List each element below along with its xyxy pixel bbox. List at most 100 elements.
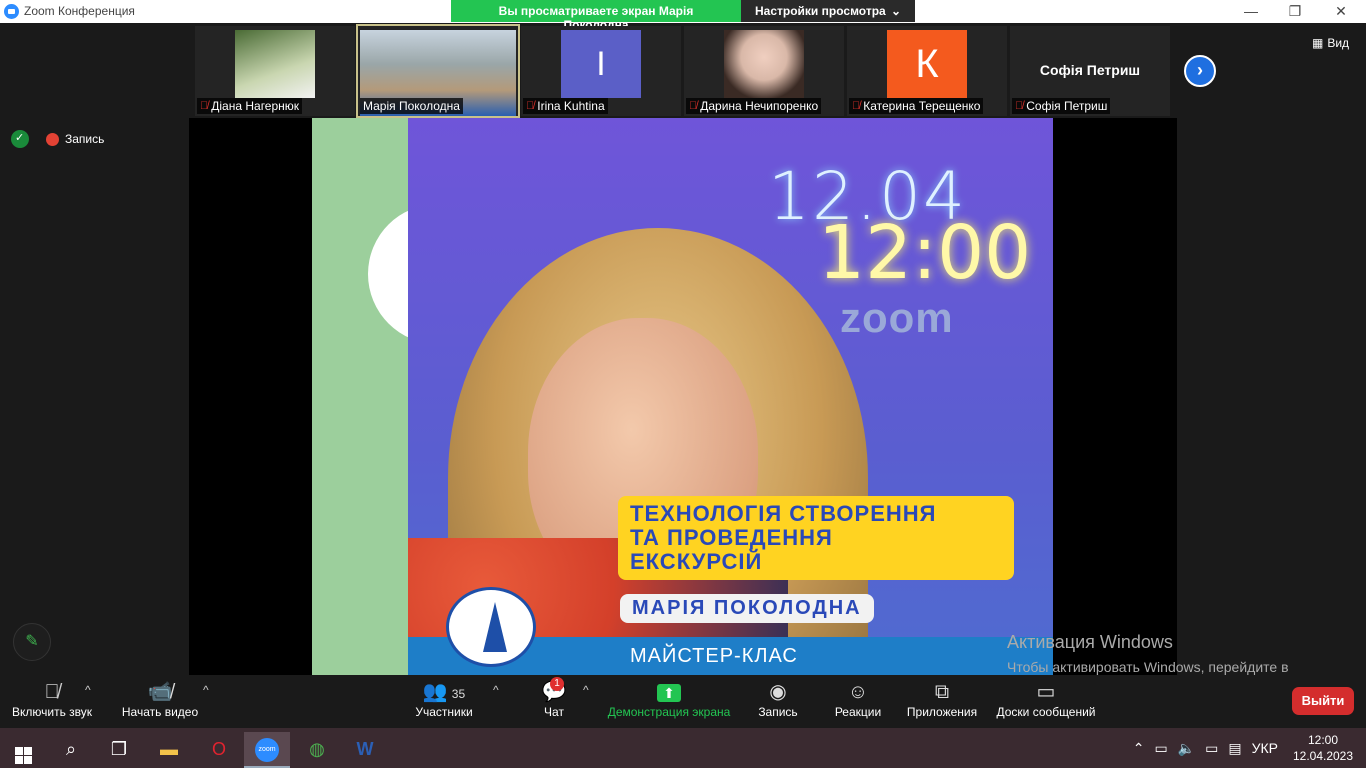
minimize-button[interactable]: — [1228, 2, 1274, 22]
participants-caret-icon[interactable]: ^ [493, 683, 499, 697]
annotate-pencil-icon[interactable]: ✎ [13, 623, 51, 661]
unmute-label: Включить звук [11, 705, 93, 719]
window-title: Zoom Конференция [24, 4, 135, 18]
opera-browser-icon[interactable]: O [196, 732, 242, 768]
zoom-taskbar-icon[interactable]: zoom [244, 732, 290, 768]
mic-off-icon: 🎙̸ [852, 100, 861, 112]
record-icon: ◉ [769, 681, 787, 703]
participant-display-name: Софія Петриш [1039, 62, 1141, 78]
share-screen-label: Демонстрация экрана [607, 705, 731, 719]
participant-name: Марія Поколодна [363, 99, 460, 113]
clock-time: 12:00 [1307, 733, 1339, 747]
chat-caret-icon[interactable]: ^ [583, 683, 589, 697]
restore-button[interactable]: ❐ [1272, 2, 1318, 22]
close-button[interactable]: ✕ [1318, 2, 1364, 22]
security-shield-icon[interactable] [11, 130, 29, 148]
mic-muted-icon: 🎙̸ [44, 681, 60, 703]
participant-tile[interactable]: 🎙̸ Діана Нагернюк [195, 26, 355, 116]
view-settings-button[interactable]: Настройки просмотра ⌄ [741, 0, 915, 22]
participant-tile-active-speaker[interactable]: Марія Поколодна [356, 24, 520, 118]
participants-label: Участники [415, 705, 473, 719]
participant-name: Катерина Терещенко [863, 99, 981, 113]
participants-count: 35 [451, 687, 466, 701]
event-poster: 12.04 12:00 zoom ТЕХНОЛОГІЯ СТВОРЕННЯ ТА… [408, 118, 1053, 675]
participant-name: Діана Нагернюк [211, 99, 300, 113]
shared-screen: 12.04 12:00 zoom ТЕХНОЛОГІЯ СТВОРЕННЯ ТА… [189, 118, 1177, 675]
participant-video [724, 30, 804, 98]
apps-button[interactable]: ⧉ Приложения [904, 679, 980, 719]
clock[interactable]: 12:00 12.04.2023 [1288, 732, 1358, 764]
language-indicator[interactable]: УКР [1252, 740, 1278, 756]
participant-tile[interactable]: I 🎙̸ Irina Kuhtina [521, 26, 681, 116]
mic-off-icon: 🎙̸ [526, 100, 535, 112]
windows-logo-icon [14, 747, 32, 764]
start-button[interactable] [0, 732, 46, 768]
participant-tile[interactable]: К 🎙̸ Катерина Терещенко [847, 26, 1007, 116]
network-icon[interactable]: ▭ [1154, 740, 1167, 757]
word-app-icon[interactable]: W [342, 732, 388, 768]
file-explorer-icon[interactable]: ▬ [146, 732, 192, 768]
view-button[interactable]: ▦ Вид [1312, 36, 1349, 50]
audio-options-caret-icon[interactable]: ^ [85, 683, 91, 697]
whiteboard-icon: ▭ [1036, 681, 1056, 703]
video-options-caret-icon[interactable]: ^ [203, 683, 209, 697]
mic-off-icon: 🎙̸ [200, 100, 209, 112]
notifications-icon[interactable]: ▤ [1228, 740, 1241, 757]
show-hidden-icons-chevron-icon[interactable]: ⌃ [1133, 740, 1145, 757]
volume-icon[interactable]: 🔈 [1178, 740, 1195, 757]
view-label: Вид [1327, 36, 1350, 50]
search-icon[interactable]: ⌕ [48, 732, 94, 768]
participant-name: Софія Петриш [1026, 99, 1108, 113]
whiteboards-label: Доски сообщений [996, 705, 1096, 719]
task-view-icon[interactable]: ❐ [96, 732, 142, 768]
chevron-down-icon: ⌄ [890, 4, 901, 18]
chat-button[interactable]: 💬 1 Чат [536, 677, 572, 719]
participant-avatar: I [561, 30, 641, 98]
share-screen-button[interactable]: ⬆ Демонстрация экрана [604, 679, 734, 719]
start-video-label: Начать видео [121, 705, 199, 719]
record-button[interactable]: ◉ Запись [754, 679, 802, 719]
next-page-arrow-icon[interactable]: › [1184, 55, 1216, 87]
system-tray: ⌃ ▭ 🔈 ▭ ▤ УКР 12:00 12.04.2023 [1133, 728, 1366, 768]
recording-indicator[interactable]: Запись [46, 132, 104, 146]
participants-icon: 👥 [422, 681, 448, 703]
start-video-button[interactable]: 📹̸ Начать видео [118, 679, 202, 719]
grid-icon: ▦ [1312, 36, 1324, 50]
whiteboards-button[interactable]: ▭ Доски сообщений [994, 679, 1098, 719]
reactions-label: Реакции [834, 705, 882, 719]
video-off-icon: 📹̸ [147, 681, 173, 703]
view-settings-label: Настройки просмотра [755, 4, 886, 18]
share-banner: Вы просматриваете экран Марія Поколодна … [451, 0, 915, 32]
participant-strip: 🎙̸ Діана Нагернюк Марія Поколодна I 🎙̸ Iri… [195, 24, 1175, 118]
participant-name: Дарина Нечипоренко [700, 99, 819, 113]
event-title-box: ТЕХНОЛОГІЯ СТВОРЕННЯ ТА ПРОВЕДЕННЯ ЕКСКУ… [618, 496, 1014, 580]
event-title-line: ТЕХНОЛОГІЯ СТВОРЕННЯ [630, 501, 937, 526]
participant-tile[interactable]: Софія Петриш 🎙̸ Софія Петриш [1010, 26, 1170, 116]
apps-label: Приложения [906, 705, 978, 719]
chrome-browser-icon[interactable]: ◍ [294, 732, 340, 768]
event-time: 12:00 [818, 210, 1032, 296]
recording-label: Запись [65, 132, 105, 146]
mic-off-icon: 🎙̸ [689, 100, 698, 112]
slide-side-panel [312, 118, 408, 675]
leave-meeting-button[interactable]: Выйти [1292, 687, 1354, 715]
participants-button[interactable]: 👥 35 Участники [412, 679, 476, 719]
participant-video [235, 30, 315, 98]
windows-taskbar: ⌕ ❐ ▬ O zoom ◍ W ⌃ ▭ 🔈 ▭ ▤ УКР 12:00 12.… [0, 728, 1366, 768]
record-label: Запись [758, 705, 798, 719]
power-icon[interactable]: ▭ [1205, 740, 1218, 757]
mic-off-icon: 🎙̸ [1015, 100, 1024, 112]
apps-icon: ⧉ [934, 681, 950, 703]
chat-unread-badge: 1 [550, 677, 564, 691]
participant-avatar: К [887, 30, 967, 98]
organization-logo [446, 587, 536, 667]
participant-tile[interactable]: 🎙̸ Дарина Нечипоренко [684, 26, 844, 116]
meeting-toolbar: 🎙̸ Включить звук ^ 📹̸ Начать видео ^ 👥 35… [0, 675, 1366, 728]
event-title-line: ТА ПРОВЕДЕННЯ [630, 525, 833, 550]
viewing-screen-label: Вы просматриваете экран Марія Поколодна [451, 0, 741, 32]
reactions-button[interactable]: ☺ Реакции [830, 679, 886, 719]
chat-label: Чат [544, 705, 564, 719]
speaker-name: МАРІЯ ПОКОЛОДНА [620, 594, 874, 623]
unmute-button[interactable]: 🎙̸ Включить звук [8, 679, 96, 719]
reactions-smiley-icon: ☺ [847, 681, 869, 703]
